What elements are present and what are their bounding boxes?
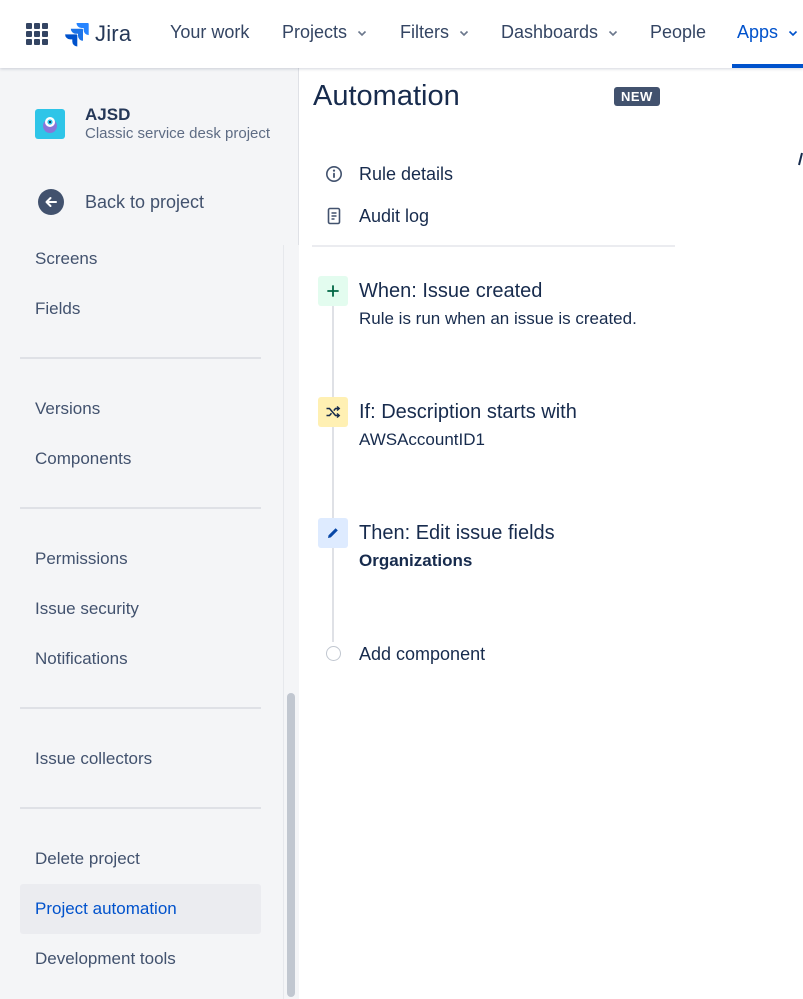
nav-label: Apps — [737, 22, 779, 42]
nav-filters[interactable]: Filters — [400, 22, 469, 43]
project-avatar — [35, 109, 65, 139]
document-icon — [320, 207, 348, 225]
sidebar-item-screens[interactable]: Screens — [20, 234, 261, 284]
nav-label: Your work — [170, 22, 250, 42]
page-title: Automation — [313, 80, 460, 112]
clipped-panel-edge — [798, 152, 803, 166]
condition-step-subtitle: AWSAccountID1 — [359, 430, 485, 449]
nav-label: Filters — [400, 22, 449, 42]
sidebar-item-label: Screens — [35, 249, 98, 268]
nav-apps[interactable]: Apps — [737, 22, 798, 43]
audit-log-link[interactable]: Audit log — [320, 199, 429, 233]
chevron-down-icon — [788, 30, 798, 36]
sidebar-item-label: Project automation — [35, 899, 177, 918]
sidebar-item-components[interactable]: Components — [20, 434, 261, 484]
sidebar-item-project-automation[interactable]: Project automation — [20, 884, 261, 934]
chevron-down-icon — [357, 30, 367, 36]
nav-label: People — [650, 22, 707, 42]
action-step-subtitle: Organizations — [359, 551, 473, 570]
project-name: AJSD — [85, 105, 131, 124]
top-navigation: Jira Your work Projects Filters Dashboar… — [0, 0, 803, 68]
sidebar-divider — [20, 357, 261, 359]
rule-details-link[interactable]: Rule details — [320, 157, 453, 191]
sidebar-item-label: Fields — [35, 299, 81, 318]
sidebar-scrollbar-thumb[interactable] — [287, 693, 295, 997]
logo-text: Jira — [95, 21, 132, 46]
sidebar-item-label: Issue security — [35, 599, 139, 618]
sidebar-divider — [20, 707, 261, 709]
nav-people[interactable]: People — [650, 22, 706, 43]
active-nav-indicator — [732, 64, 803, 68]
sidebar-divider — [20, 807, 261, 809]
back-to-project-label: Back to project — [85, 191, 205, 212]
arrow-left-icon — [38, 189, 64, 215]
app-switcher-icon[interactable] — [26, 23, 48, 45]
sidebar-item-label: Components — [35, 449, 132, 468]
new-badge: NEW — [614, 87, 660, 106]
chevron-down-icon — [608, 30, 618, 36]
condition-step-icon[interactable] — [318, 397, 348, 427]
add-component-dot[interactable] — [326, 646, 341, 661]
plus-icon — [327, 285, 339, 297]
pencil-icon — [328, 528, 338, 538]
project-avatar-icon — [43, 117, 57, 133]
sidebar-item-notifications[interactable]: Notifications — [20, 634, 261, 684]
add-component-button[interactable]: Add component — [359, 644, 485, 665]
sidebar-divider — [20, 507, 261, 509]
sidebar-item-label: Issue collectors — [35, 749, 153, 768]
sidebar-item-issue-security[interactable]: Issue security — [20, 584, 261, 634]
sidebar-item-permissions[interactable]: Permissions — [20, 534, 261, 584]
chevron-down-icon — [459, 30, 469, 36]
section-divider — [312, 245, 675, 247]
nav-dashboards[interactable]: Dashboards — [501, 22, 618, 43]
sidebar-item-versions[interactable]: Versions — [20, 384, 261, 434]
trigger-step-subtitle: Rule is run when an issue is created. — [359, 309, 637, 328]
rule-timeline-line — [332, 302, 334, 642]
nav-label: Dashboards — [501, 22, 599, 42]
back-to-project-button[interactable]: Back to project — [30, 182, 270, 222]
project-type: Classic service desk project — [85, 125, 271, 142]
nav-your-work[interactable]: Your work — [170, 22, 249, 43]
sidebar-item-issue-collectors[interactable]: Issue collectors — [20, 734, 261, 784]
sidebar-item-development-tools[interactable]: Development tools — [20, 934, 261, 984]
action-step-title[interactable]: Then: Edit issue fields — [359, 522, 555, 545]
shuffle-icon — [326, 405, 341, 419]
sidebar-item-label: Permissions — [35, 549, 128, 568]
nav-label: Projects — [282, 22, 348, 42]
trigger-step-icon[interactable] — [318, 276, 348, 306]
action-step-icon[interactable] — [318, 518, 348, 548]
sidebar-item-delete-project[interactable]: Delete project — [20, 834, 261, 884]
nav-projects[interactable]: Projects — [282, 22, 367, 43]
audit-log-label: Audit log — [359, 205, 430, 226]
sidebar-item-fields[interactable]: Fields — [20, 284, 261, 334]
rule-details-label: Rule details — [359, 163, 454, 184]
jira-logo-icon — [65, 23, 89, 47]
info-icon — [320, 165, 348, 183]
sidebar-item-label: Development tools — [35, 949, 176, 968]
trigger-step-title[interactable]: When: Issue created — [359, 280, 542, 303]
sidebar-item-label: Delete project — [35, 849, 140, 868]
sidebar-item-label: Versions — [35, 399, 101, 418]
condition-step-title[interactable]: If: Description starts with — [359, 401, 577, 424]
jira-logo[interactable]: Jira — [64, 20, 131, 48]
sidebar-item-label: Notifications — [35, 649, 128, 668]
